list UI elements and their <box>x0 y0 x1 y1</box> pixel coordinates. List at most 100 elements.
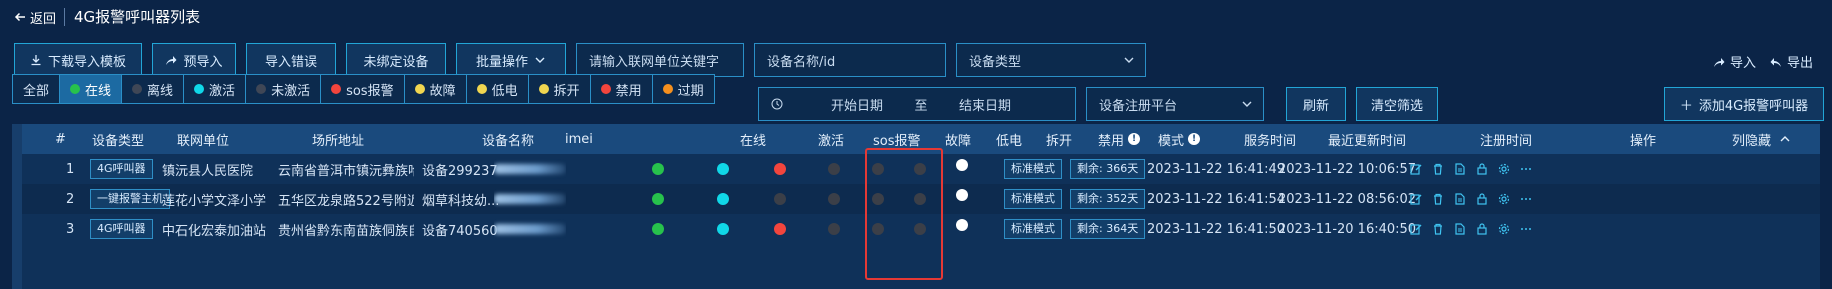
sos-status-icon <box>774 193 786 205</box>
document-icon[interactable] <box>1454 193 1466 205</box>
filter-chip[interactable]: 在线 <box>60 75 123 103</box>
table-row[interactable]: 2 一键报警主机 莲花小学文泽小学 五华区龙泉路522号附近 烟草科技幼... 标准模式剩… <box>12 184 1820 214</box>
filter-chip[interactable]: 全部 <box>13 75 61 103</box>
open-status-icon <box>914 223 926 235</box>
type-tag: 一键报警主机 <box>90 189 170 209</box>
unit-keyword-placeholder: 请输入联网单位关键字 <box>589 54 720 70</box>
settings-icon[interactable] <box>1498 223 1510 235</box>
status-dot-icon <box>194 84 205 94</box>
date-range-picker[interactable]: 开始日期 至 结束日期 <box>758 87 1076 121</box>
pre-import-label: 预导入 <box>183 54 223 70</box>
lock-icon[interactable] <box>1476 193 1488 205</box>
filter-chip[interactable]: 未激活 <box>246 75 322 103</box>
document-icon[interactable] <box>1454 223 1466 235</box>
filter-chip[interactable]: 过期 <box>653 75 714 103</box>
cell-ops <box>1410 184 1532 214</box>
lock-icon[interactable] <box>1476 163 1488 175</box>
import-errors-button[interactable]: 导入错误 <box>246 43 336 77</box>
col-hide-label: 列隐藏 <box>1732 133 1772 149</box>
filter-chip-label: 过期 <box>677 83 704 99</box>
cell-open <box>914 154 926 184</box>
device-type-placeholder: 设备类型 <box>969 54 1022 70</box>
filter-chip[interactable]: 故障 <box>405 75 467 103</box>
status-dot-icon <box>662 84 673 94</box>
plus-icon: ＋ <box>1679 98 1693 114</box>
delete-icon[interactable] <box>1432 223 1444 235</box>
service-tag: 剩余: 364天 <box>1070 219 1146 239</box>
redacted-imei <box>494 194 566 204</box>
download-icon <box>31 55 41 66</box>
table-left-accent <box>12 124 22 289</box>
batch-ops-button[interactable]: 批量操作 <box>456 43 566 77</box>
status-dot-icon <box>132 84 143 94</box>
column-hide-toggle[interactable]: 列隐藏 <box>1732 124 1791 154</box>
col-name: 设备名称 <box>482 133 535 149</box>
filter-chip[interactable]: 拆开 <box>529 75 591 103</box>
settings-icon[interactable] <box>1498 193 1510 205</box>
clear-filters-button[interactable]: 清空筛选 <box>1356 87 1438 121</box>
edit-icon[interactable] <box>1410 163 1422 175</box>
device-type-select[interactable]: 设备类型 <box>956 43 1146 77</box>
type-tag: 4G呼叫器 <box>90 159 153 179</box>
filter-chip[interactable]: 激活 <box>184 75 247 103</box>
download-template-button[interactable]: 下载导入模板 <box>14 43 142 77</box>
device-name-input[interactable]: 设备名称/id <box>754 43 946 77</box>
batch-ops-label: 批量操作 <box>475 54 528 70</box>
download-template-label: 下载导入模板 <box>47 54 126 70</box>
sos-status-icon <box>774 223 786 235</box>
settings-icon[interactable] <box>1498 163 1510 175</box>
import-link[interactable]: 导入 <box>1713 52 1756 71</box>
info-icon[interactable]: ! <box>1128 133 1141 145</box>
delete-icon[interactable] <box>1432 193 1444 205</box>
filter-chip[interactable]: 低电 <box>467 75 529 103</box>
filter-chip[interactable]: 禁用 <box>591 75 653 103</box>
cell-open <box>914 184 926 214</box>
add-device-button[interactable]: ＋ 添加4G报警呼叫器 <box>1664 87 1824 121</box>
lock-icon[interactable] <box>1476 223 1488 235</box>
refresh-button[interactable]: 刷新 <box>1286 87 1346 121</box>
document-icon[interactable] <box>1454 163 1466 175</box>
edit-icon[interactable] <box>1410 223 1422 235</box>
status-dot-icon <box>538 84 549 94</box>
add-device-label: 添加4G报警呼叫器 <box>1698 98 1809 114</box>
delete-icon[interactable] <box>1432 163 1444 175</box>
cell-fault <box>828 184 840 214</box>
col-updated: 最近更新时间 <box>1328 133 1407 149</box>
device-name-placeholder: 设备名称/id <box>767 54 836 70</box>
filter-chip[interactable]: 离线 <box>122 75 185 103</box>
col-fault: 故障 <box>945 133 972 149</box>
filter-chip[interactable]: sos报警 <box>321 75 405 103</box>
more-icon[interactable] <box>1520 223 1532 235</box>
col-address: 场所地址 <box>312 133 365 149</box>
active-status-icon <box>717 193 729 205</box>
cell-online <box>652 154 664 184</box>
platform-select[interactable]: 设备注册平台 <box>1086 87 1264 121</box>
unbound-devices-button[interactable]: 未绑定设备 <box>346 43 446 77</box>
filter-chip-label: 禁用 <box>615 83 642 99</box>
mode-tag: 标准模式 <box>1004 159 1062 179</box>
export-link[interactable]: 导出 <box>1770 52 1813 71</box>
info-icon[interactable]: ! <box>1188 133 1201 145</box>
filter-chip-label: 拆开 <box>553 83 580 99</box>
more-icon[interactable] <box>1520 163 1532 175</box>
edit-icon[interactable] <box>1410 193 1422 205</box>
unit-keyword-input[interactable]: 请输入联网单位关键字 <box>576 43 744 77</box>
cell-updated: 2023-11-22 16:41:49 <box>1147 161 1286 177</box>
share-icon <box>166 56 177 65</box>
cell-ops <box>1410 154 1532 184</box>
table-row[interactable]: 1 4G呼叫器镇沅县人民医院 云南省普洱市镇沅彝族哈尼... 设备299237 标准模式… <box>12 154 1820 184</box>
back-button[interactable]: 返回 <box>14 8 56 27</box>
more-icon[interactable] <box>1520 193 1532 205</box>
table-header: # 设备类型 联网单位 场所地址 设备名称 imei 在线 激活 sos报警 故… <box>12 124 1820 154</box>
disabled-status-icon <box>956 219 968 231</box>
filter-chip-label: 低电 <box>491 83 518 99</box>
table-row[interactable]: 3 4G呼叫器中石化宏泰加油站贵州省黔东南苗族侗族自治... 设备740560 标准模… <box>12 214 1820 244</box>
cell-address: 贵州省黔东南苗族侗族自治... <box>278 223 414 239</box>
open-status-icon <box>914 193 926 205</box>
col-service: 服务时间 <box>1244 133 1297 149</box>
pre-import-button[interactable]: 预导入 <box>152 43 236 77</box>
cell-imei <box>494 214 566 244</box>
cell-open <box>914 214 926 244</box>
chevron-down-icon <box>1124 57 1134 63</box>
end-date-placeholder: 结束日期 <box>958 98 1011 114</box>
